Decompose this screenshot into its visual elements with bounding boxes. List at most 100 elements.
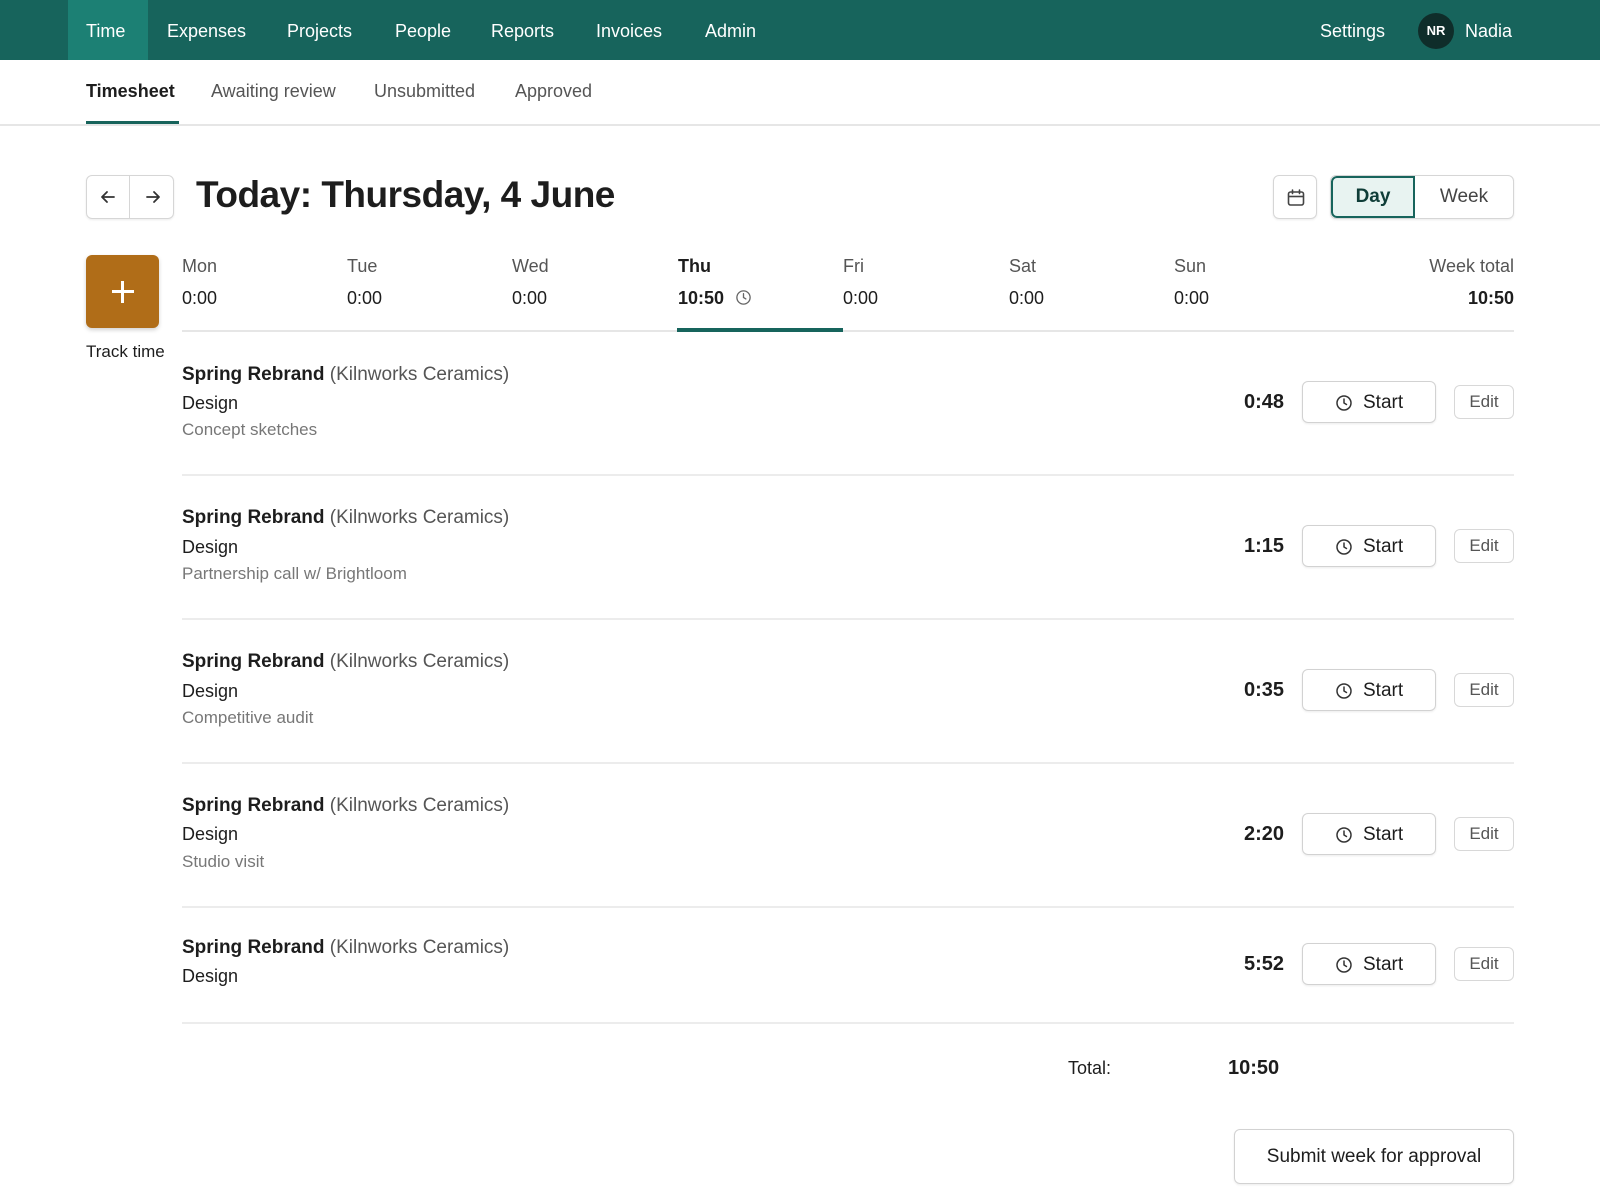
day-sun[interactable]: Sun 0:00	[1174, 256, 1209, 309]
time-entry: Spring Rebrand (Kilnworks Ceramics) Desi…	[182, 764, 1514, 908]
entry-task: Design	[182, 537, 239, 557]
tab-awaiting-review[interactable]: Awaiting review	[211, 81, 336, 102]
day-name: Sun	[1174, 256, 1207, 276]
week-view-button[interactable]: Week	[1415, 176, 1513, 218]
edit-entry-button[interactable]: Edit	[1454, 947, 1514, 981]
nav-item-invoices[interactable]: Invoices	[596, 0, 662, 60]
week-total-value: 10:50	[1467, 288, 1514, 308]
entry-client: (Kilnworks Ceramics)	[329, 364, 510, 385]
day-mon[interactable]: Mon 0:00	[182, 256, 217, 309]
edit-entry-button[interactable]: Edit	[1454, 385, 1514, 419]
entry-duration: 1:15	[1243, 535, 1284, 557]
time-entry: Spring Rebrand (Kilnworks Ceramics) Desi…	[182, 332, 1514, 476]
arrow-left-icon	[101, 191, 115, 203]
nav-item-expenses[interactable]: Expenses	[167, 0, 246, 60]
clock-icon	[1336, 827, 1352, 843]
entry-client: (Kilnworks Ceramics)	[329, 651, 510, 672]
start-label: Start	[1363, 824, 1404, 845]
start-timer-button[interactable]: Start	[1302, 943, 1436, 985]
day-fri[interactable]: Fri 0:00	[843, 256, 878, 309]
tab-unsubmitted[interactable]: Unsubmitted	[374, 81, 475, 102]
submit-week-button[interactable]: Submit week for approval	[1234, 1129, 1514, 1184]
tab-timesheet[interactable]: Timesheet	[86, 81, 175, 102]
view-toggle: Day Week	[1330, 175, 1514, 219]
total-value: 10:50	[1228, 1057, 1280, 1079]
track-time-button[interactable]	[86, 255, 159, 328]
entry-duration: 0:35	[1243, 679, 1284, 701]
next-day-button[interactable]	[131, 176, 174, 218]
calendar-button[interactable]	[1273, 175, 1317, 219]
track-time-label: Track time	[86, 342, 165, 361]
day-sat[interactable]: Sat 0:00	[1009, 256, 1044, 309]
entry-project: Spring Rebrand	[182, 795, 325, 816]
clock-icon	[1336, 957, 1352, 973]
entry-project: Spring Rebrand	[182, 507, 325, 528]
entry-duration: 2:20	[1243, 823, 1284, 845]
entry-duration: 0:48	[1243, 391, 1284, 413]
entry-task: Design	[182, 824, 239, 844]
page-title: Today: Thursday, 4 June	[196, 174, 615, 215]
start-label: Start	[1363, 536, 1404, 557]
avatar[interactable]: NR	[1418, 13, 1454, 49]
arrow-right-icon	[145, 191, 160, 203]
start-label: Start	[1363, 954, 1404, 975]
day-name: Fri	[843, 256, 864, 276]
top-nav: Time Expenses Projects People Reports In…	[0, 0, 1600, 60]
start-label: Start	[1363, 392, 1404, 413]
week-total-label: Week total	[1429, 256, 1514, 276]
total-label: Total:	[1068, 1058, 1112, 1078]
user-name[interactable]: Nadia	[1465, 0, 1512, 60]
day-thu[interactable]: Thu 10:50	[678, 256, 752, 309]
settings-link[interactable]: Settings	[1320, 0, 1385, 60]
date-nav	[86, 175, 174, 219]
day-total: 0:00	[182, 288, 218, 308]
day-tue[interactable]: Tue 0:00	[347, 256, 382, 309]
entry-client: (Kilnworks Ceramics)	[329, 795, 510, 816]
day-name: Tue	[347, 256, 378, 276]
day-name: Mon	[182, 256, 218, 276]
nav-item-people[interactable]: People	[395, 0, 451, 60]
day-view-button[interactable]: Day	[1331, 176, 1415, 218]
entry-note: Partnership call w/ Brightloom	[182, 564, 407, 583]
entry-duration: 5:52	[1243, 953, 1284, 975]
day-wed[interactable]: Wed 0:00	[512, 256, 549, 309]
calendar-icon	[1287, 189, 1305, 206]
day-total: 0:00	[1009, 288, 1045, 308]
edit-entry-button[interactable]: Edit	[1454, 673, 1514, 707]
entry-note: Concept sketches	[182, 420, 318, 439]
entry-note: Competitive audit	[182, 708, 314, 727]
clock-icon	[1336, 539, 1352, 555]
start-timer-button[interactable]: Start	[1302, 525, 1436, 567]
day-total: 0:00	[347, 288, 383, 308]
nav-item-time[interactable]: Time	[68, 0, 148, 60]
entry-client: (Kilnworks Ceramics)	[329, 937, 510, 958]
clock-icon	[1336, 395, 1352, 411]
prev-day-button[interactable]	[87, 176, 130, 218]
edit-entry-button[interactable]: Edit	[1454, 529, 1514, 563]
entry-task: Design	[182, 966, 239, 986]
clock-icon	[736, 290, 751, 305]
time-entry: Spring Rebrand (Kilnworks Ceramics) Desi…	[182, 908, 1514, 1024]
entry-project: Spring Rebrand	[182, 651, 325, 672]
nav-item-admin[interactable]: Admin	[705, 0, 756, 60]
entry-client: (Kilnworks Ceramics)	[329, 507, 510, 528]
start-label: Start	[1363, 680, 1404, 701]
start-timer-button[interactable]: Start	[1302, 813, 1436, 855]
week-total: Week total 10:50	[1429, 256, 1514, 309]
clock-icon	[1336, 683, 1352, 699]
day-name: Sat	[1009, 256, 1037, 276]
day-name: Thu	[678, 256, 711, 276]
entry-task: Design	[182, 681, 239, 701]
sub-tabs: Timesheet Awaiting review Unsubmitted Ap…	[0, 60, 1600, 126]
entry-project: Spring Rebrand	[182, 937, 325, 958]
nav-item-projects[interactable]: Projects	[287, 0, 352, 60]
start-timer-button[interactable]: Start	[1302, 669, 1436, 711]
entry-note: Studio visit	[182, 852, 265, 871]
nav-item-reports[interactable]: Reports	[491, 0, 554, 60]
start-timer-button[interactable]: Start	[1302, 381, 1436, 423]
day-total: 10:50	[678, 288, 725, 308]
edit-entry-button[interactable]: Edit	[1454, 817, 1514, 851]
day-total: 0:00	[512, 288, 548, 308]
tab-approved[interactable]: Approved	[515, 81, 592, 102]
entry-task: Design	[182, 393, 239, 413]
